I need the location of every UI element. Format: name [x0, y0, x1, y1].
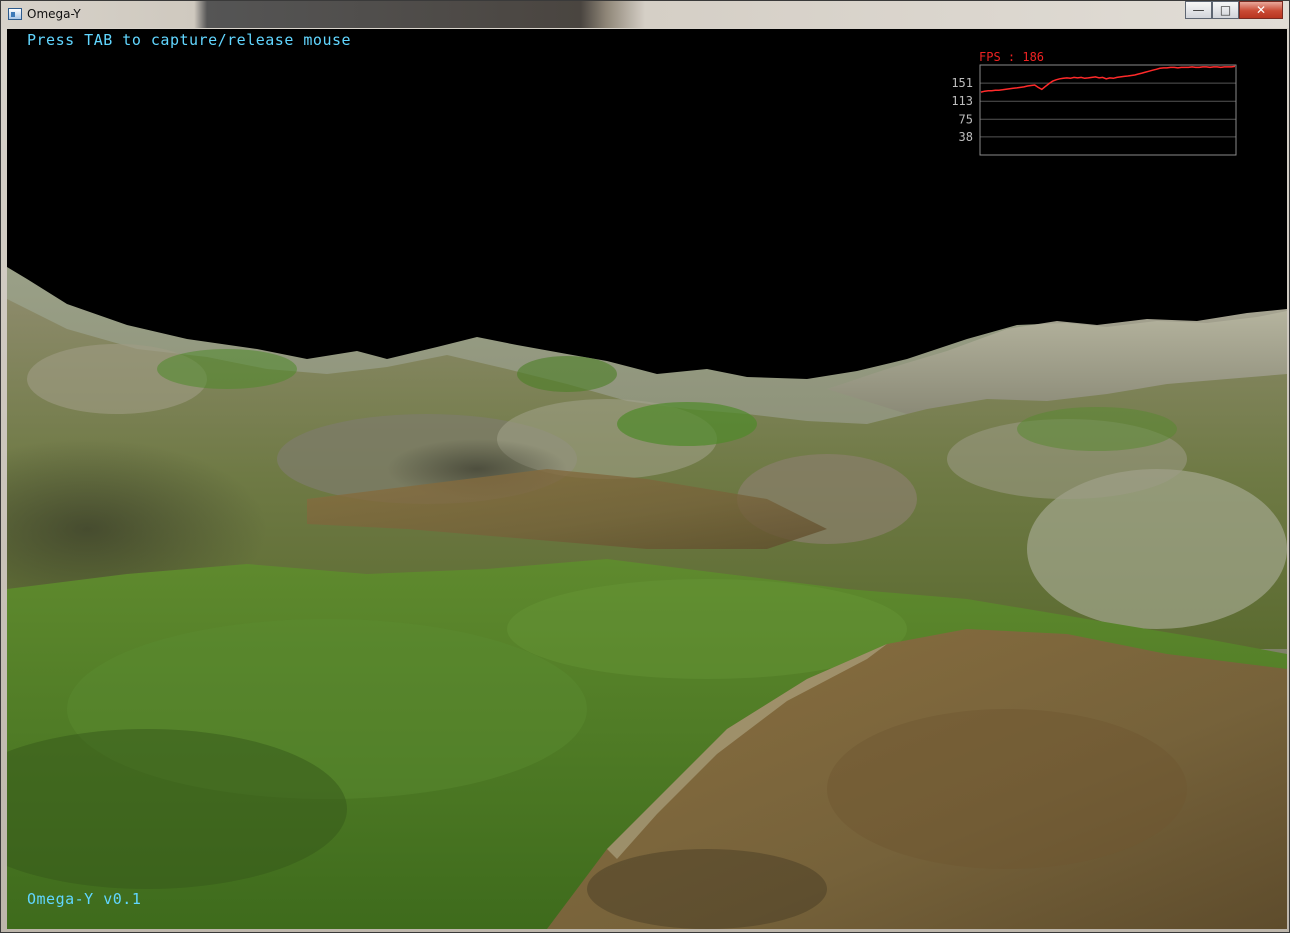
fps-tick-label: 113: [951, 94, 973, 108]
caption-buttons: — □ ✕: [1185, 1, 1283, 20]
fps-graph-grid: [980, 82, 1236, 138]
fps-tick-label: 38: [959, 130, 973, 144]
fps-tick-label: 75: [959, 112, 973, 126]
capture-hint-text: Press TAB to capture/release mouse: [27, 31, 352, 49]
fps-graph-ticks: 151 113 75 38: [951, 76, 973, 144]
close-button[interactable]: ✕: [1239, 1, 1283, 19]
version-text: Omega-Y v0.1: [27, 890, 142, 908]
minimize-button[interactable]: —: [1185, 1, 1212, 19]
fps-tick-label: 151: [951, 76, 973, 90]
window-title: Omega-Y: [27, 7, 81, 21]
fps-series-line: [980, 65, 1236, 93]
maximize-button[interactable]: □: [1212, 1, 1239, 19]
title-bar[interactable]: Omega-Y — □ ✕: [1, 1, 1289, 28]
terrain-render: [7, 267, 1287, 929]
app-window: Omega-Y — □ ✕ Press TAB to capture/relea…: [0, 0, 1290, 933]
fps-graph: 151 113 75 38: [951, 64, 1237, 156]
render-viewport[interactable]: Press TAB to capture/release mouse Omega…: [7, 29, 1287, 929]
app-icon[interactable]: [8, 8, 22, 20]
